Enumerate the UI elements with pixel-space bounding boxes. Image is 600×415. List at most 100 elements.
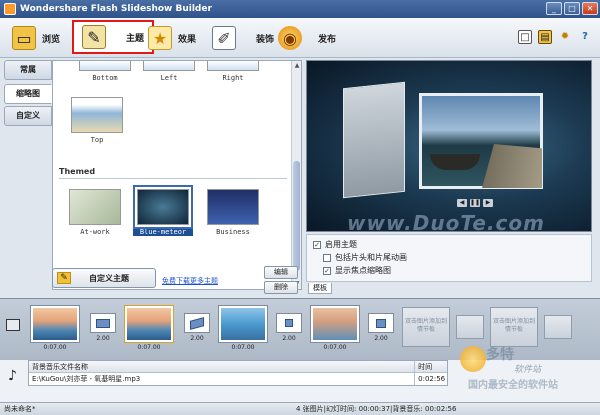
toolbar-effect[interactable]: ★ 效果: [148, 22, 196, 54]
theme-top-caption: Top: [90, 136, 104, 144]
theme-scrollbar[interactable]: ▲ ▼: [291, 61, 301, 289]
minimize-icon[interactable]: _: [546, 2, 562, 15]
transition-duration: 2.00: [190, 335, 204, 342]
empty-transition[interactable]: [456, 315, 484, 339]
show-focus-thumb-label: 显示焦点缩略图: [335, 266, 391, 275]
theme-at-work-caption: At-work: [80, 228, 110, 236]
help-icon[interactable]: ?: [578, 30, 592, 44]
music-col-name: 背景音乐文件名称: [29, 361, 416, 372]
close-icon[interactable]: ✕: [582, 2, 598, 15]
settings-icon[interactable]: ✹: [558, 30, 572, 44]
music-row[interactable]: E:\KuGou\刘亦菲 - 氧基明星.mp3 0:02:56: [29, 373, 447, 385]
slide-image: [127, 308, 171, 340]
transition-duration: 2.00: [96, 335, 110, 342]
music-table-header: 背景音乐文件名称 时间: [29, 361, 447, 373]
theme-left[interactable]: Left: [139, 61, 199, 82]
toolbar-theme[interactable]: ✎ 主题: [72, 20, 155, 54]
status-summary: 4 张图片|幻灯时间: 00:00:37|背景音乐: 00:02:56: [296, 405, 457, 413]
window-title: Wondershare Flash Slideshow Builder: [20, 4, 212, 14]
theme-at-work[interactable]: At-work: [65, 189, 125, 236]
theme-right-caption: Right: [222, 74, 244, 82]
toolbar-theme-label: 主题: [126, 33, 145, 44]
scroll-thumb[interactable]: [293, 161, 300, 271]
sidetab-general[interactable]: 常属: [4, 60, 52, 80]
side-tabs: 常属 缩略图 自定义: [4, 60, 52, 292]
decorate-pencil-icon: ✐: [212, 26, 236, 50]
theme-left-thumb: [143, 61, 195, 71]
theme-bottom-thumb: [79, 61, 131, 71]
logo-circle-icon: [460, 346, 486, 372]
storyboard-slide[interactable]: 0:07.00: [30, 305, 80, 355]
logo-line3: 国内最安全的软件站: [468, 380, 558, 391]
theme-preview: ◀ ❚❚ ▶ www.DuoTe.com: [306, 60, 592, 232]
toolbar-publish[interactable]: ◉ 发布: [278, 22, 336, 54]
music-table: 背景音乐文件名称 时间 E:\KuGou\刘亦菲 - 氧基明星.mp3 0:02…: [28, 360, 448, 386]
slide-frame: [310, 305, 360, 343]
folder-open-icon: ▭: [12, 26, 36, 50]
theme-at-work-thumb: [69, 189, 121, 225]
theme-right[interactable]: Right: [203, 61, 263, 82]
include-head-tail-option[interactable]: 包括片头和片尾动画: [313, 251, 585, 264]
toolbar-decorate[interactable]: ✐ 装饰: [212, 22, 274, 54]
storyboard-transition[interactable]: 2.00: [368, 313, 394, 347]
transition-box: [184, 313, 210, 333]
storyboard-icon: [6, 319, 20, 331]
preview-boat: [430, 154, 480, 170]
tab-template[interactable]: 模板: [308, 283, 332, 294]
transition-icon: [96, 318, 110, 328]
maximize-icon[interactable]: □: [564, 2, 580, 15]
toolbar-publish-label: 发布: [318, 34, 337, 45]
sidetab-custom[interactable]: 自定义: [4, 106, 52, 126]
preview-watermark: www.DuoTe.com: [347, 211, 545, 232]
next-icon[interactable]: ▶: [483, 199, 493, 207]
edit-button[interactable]: 编辑: [264, 266, 298, 279]
theme-blue-meteor-thumb: [133, 185, 193, 229]
slide-frame: [30, 305, 80, 343]
logo-line1: 多特: [486, 347, 514, 363]
download-more-themes-link[interactable]: 免费下载更多主题: [162, 276, 218, 286]
enable-theme-label: 启用主题: [325, 240, 357, 249]
theme-business[interactable]: Business: [203, 189, 263, 236]
delete-button[interactable]: 删除: [264, 281, 298, 294]
theme-left-caption: Left: [160, 74, 178, 82]
theme-blue-meteor[interactable]: Blue-meteor: [133, 185, 193, 236]
save-icon[interactable]: ▤: [538, 30, 552, 44]
storyboard-slide[interactable]: 0:07.00: [124, 305, 174, 355]
new-file-icon[interactable]: □: [518, 30, 532, 44]
pause-icon[interactable]: ❚❚: [470, 199, 480, 207]
storyboard-slide[interactable]: 0:07.00: [218, 305, 268, 355]
toolbar-right-group: □ ▤ ✹ ?: [518, 30, 592, 44]
show-focus-thumb-checkbox[interactable]: ✓: [323, 266, 331, 275]
scroll-up-icon[interactable]: ▲: [292, 61, 301, 71]
slide-frame: [218, 305, 268, 343]
pencil-icon: ✎: [57, 272, 71, 284]
enable-theme-option[interactable]: ✓ 启用主题: [313, 238, 585, 251]
custom-theme-button[interactable]: ✎ 自定义主题: [52, 268, 156, 288]
storyboard-transition[interactable]: 2.00: [276, 313, 302, 347]
slide-duration: 0:07.00: [137, 344, 161, 351]
publish-disc-icon: ◉: [278, 26, 302, 50]
empty-transition[interactable]: [544, 315, 572, 339]
storyboard-transition[interactable]: 2.00: [90, 313, 116, 347]
toolbar-browse[interactable]: ▭ 浏览: [12, 22, 60, 54]
prev-icon[interactable]: ◀: [457, 199, 467, 207]
sidetab-thumbnail[interactable]: 缩略图: [4, 84, 52, 104]
include-head-tail-checkbox[interactable]: [323, 253, 331, 262]
enable-theme-checkbox[interactable]: ✓: [313, 240, 321, 249]
theme-bottom[interactable]: Bottom: [75, 61, 135, 82]
show-focus-thumb-option[interactable]: ✓ 显示焦点缩略图: [313, 264, 585, 277]
transition-duration: 2.00: [374, 335, 388, 342]
transition-box: [368, 313, 394, 333]
transition-box: [276, 313, 302, 333]
toolbar-browse-label: 浏览: [42, 34, 61, 45]
theme-right-thumb: [207, 61, 259, 71]
theme-business-thumb: [207, 189, 259, 225]
empty-slide[interactable]: 双击图片添加到情节板: [402, 307, 450, 347]
theme-bottom-caption: Bottom: [92, 74, 118, 82]
theme-brush-icon: ✎: [82, 25, 106, 49]
storyboard-transition[interactable]: 2.00: [184, 313, 210, 347]
transition-icon: [190, 316, 204, 330]
theme-top[interactable]: Top: [67, 97, 127, 144]
slide-duration: 0:07.00: [43, 344, 67, 351]
storyboard-slide[interactable]: 0:07.00: [310, 305, 360, 355]
